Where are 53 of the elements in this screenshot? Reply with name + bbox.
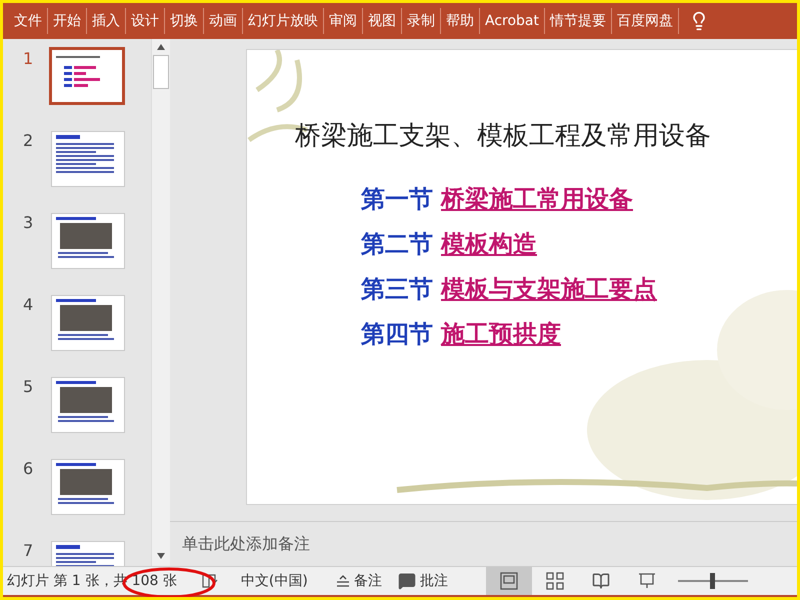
section-label: 第二节 xyxy=(361,229,433,260)
ribbon-tab[interactable]: 设计 xyxy=(126,8,165,34)
ribbon-tab[interactable]: 切换 xyxy=(165,8,204,34)
slide-number: 6 xyxy=(23,459,34,478)
slide-number: 2 xyxy=(23,131,34,150)
slide-thumbnail[interactable] xyxy=(51,131,125,187)
down-arrow-icon[interactable] xyxy=(156,552,166,560)
grid-icon xyxy=(544,572,565,590)
ribbon-tab[interactable]: 录制 xyxy=(402,8,441,34)
section-link[interactable]: 模板构造 xyxy=(441,228,537,260)
ribbon-tab[interactable]: 帮助 xyxy=(441,8,480,34)
normal-view-icon xyxy=(498,572,519,590)
slide-thumbnail[interactable] xyxy=(51,213,125,269)
slide-thumbnail[interactable] xyxy=(49,47,125,105)
spellcheck-book-icon[interactable] xyxy=(200,572,219,590)
ribbon-tab[interactable]: 审阅 xyxy=(324,8,363,34)
ribbon-tab[interactable]: 动画 xyxy=(204,8,243,34)
comments-button[interactable]: 批注 xyxy=(390,567,456,595)
section-label: 第一节 xyxy=(361,184,433,215)
section-link[interactable]: 模板与支架施工要点 xyxy=(441,273,657,305)
view-button[interactable] xyxy=(486,567,532,595)
scrollbar[interactable] xyxy=(151,39,170,566)
book-icon xyxy=(592,572,610,590)
section-label: 第四节 xyxy=(361,319,433,350)
zoom-slider-thumb[interactable] xyxy=(710,573,716,589)
section-link[interactable]: 施工预拱度 xyxy=(441,318,561,350)
slide-number: 4 xyxy=(23,295,34,314)
section-link[interactable]: 桥梁施工常用设备 xyxy=(441,183,633,215)
ribbon-tab[interactable]: 幻灯片放映 xyxy=(243,8,324,34)
projector-screen-icon xyxy=(636,572,657,590)
ribbon-tab[interactable]: 情节提要 xyxy=(545,8,612,34)
ribbon-tab[interactable]: 文件 xyxy=(9,8,48,34)
slide-number: 7 xyxy=(23,541,34,560)
scrollbar-thumb[interactable] xyxy=(153,55,169,89)
notes-lines-icon xyxy=(336,575,350,587)
ribbon-tab[interactable]: 开始 xyxy=(48,8,87,34)
ribbon-tab[interactable]: 视图 xyxy=(363,8,402,34)
slide-thumbnail[interactable] xyxy=(51,459,125,515)
slide-number: 3 xyxy=(23,213,34,232)
comment-icon xyxy=(398,572,416,590)
notes-button[interactable]: 备注 xyxy=(328,567,390,595)
language-button[interactable]: 中文(中国) xyxy=(232,567,316,595)
slide-thumbnail[interactable] xyxy=(51,295,125,351)
slide-title: 桥梁施工支架、模板工程及常用设备 xyxy=(295,120,712,153)
ribbon-tab[interactable]: Acrobat xyxy=(480,8,545,34)
up-arrow-icon[interactable] xyxy=(156,43,166,51)
ribbon-tab[interactable]: 插入 xyxy=(87,8,126,34)
ribbon-tab[interactable]: 百度网盘 xyxy=(612,8,679,34)
section-label: 第三节 xyxy=(361,274,433,305)
slide-number: 1 xyxy=(23,49,34,68)
slide-number: 5 xyxy=(23,377,34,396)
notes-placeholder: 单击此处添加备注 xyxy=(182,534,310,554)
slide-thumbnail[interactable] xyxy=(51,377,125,433)
